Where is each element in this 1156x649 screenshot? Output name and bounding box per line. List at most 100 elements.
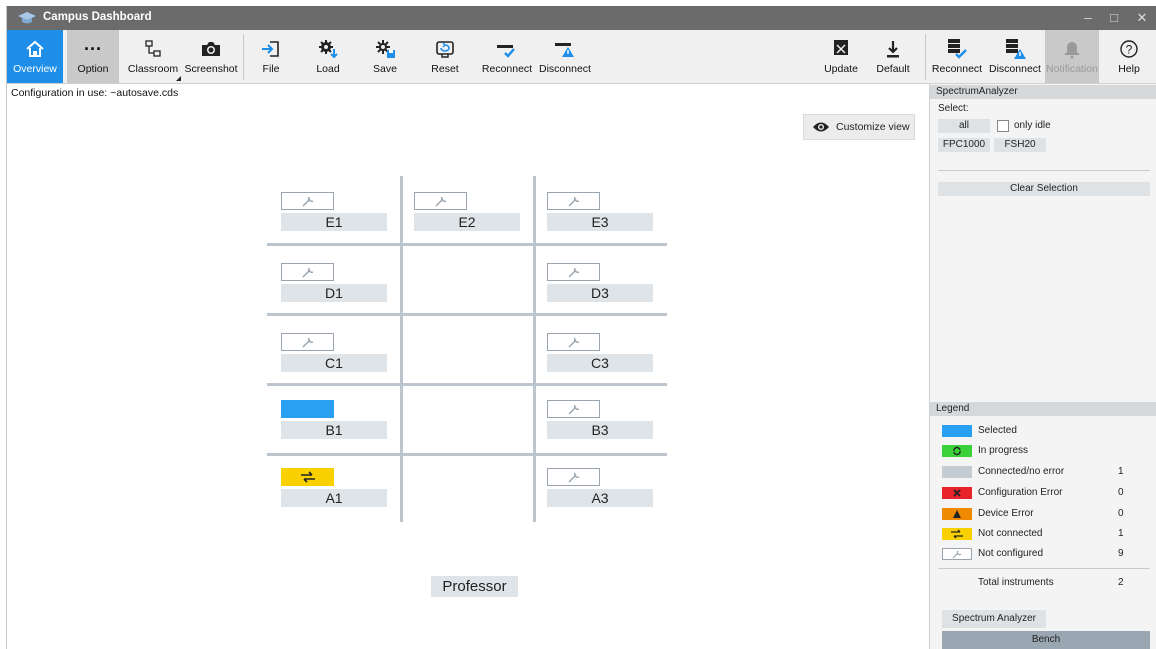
disconnect-button[interactable]: Disconnect: [537, 30, 593, 83]
legend-label: Configuration Error: [978, 487, 1063, 498]
reconnect-button[interactable]: Reconnect: [479, 30, 535, 83]
not-configured-badge: [547, 192, 600, 210]
legend-label: Not connected: [978, 528, 1043, 539]
bell-icon: [1065, 42, 1079, 59]
screenshot-label: Screenshot: [184, 63, 238, 75]
default-label: Default: [876, 63, 910, 75]
disconnect-warning-icon: [555, 43, 574, 57]
network-icon: [145, 40, 161, 57]
seat-c3[interactable]: C3: [547, 333, 653, 379]
update-button[interactable]: Update: [817, 30, 865, 83]
default-button[interactable]: Default: [869, 30, 917, 83]
clear-selection-button[interactable]: Clear Selection: [938, 182, 1150, 196]
update-label: Update: [824, 63, 858, 75]
legend-in-progress: In progress: [942, 443, 1142, 459]
seat-label: D1: [281, 284, 387, 302]
legend-count: 1: [1118, 466, 1124, 477]
legend-count: 0: [1118, 508, 1124, 519]
wrench-icon: [568, 472, 579, 483]
title-bar: Campus Dashboard ‒ □ ✕: [7, 6, 1156, 30]
load-button[interactable]: Load: [303, 30, 353, 83]
selected-swatch: [942, 425, 972, 437]
only-idle-checkbox[interactable]: [997, 120, 1009, 132]
reconnect-all-button[interactable]: Reconnect: [929, 30, 985, 83]
svg-text:?: ?: [1126, 43, 1133, 57]
more-dots-icon: ···: [84, 39, 102, 59]
minimize-button[interactable]: ‒: [1077, 9, 1099, 27]
wrench-icon: [302, 337, 313, 348]
customize-view-button[interactable]: Customize view: [803, 114, 915, 140]
disconnect-all-button[interactable]: Disconnect: [987, 30, 1043, 83]
seat-b1[interactable]: B1: [281, 400, 387, 446]
fpc1000-button[interactable]: FPC1000: [938, 138, 990, 152]
update-icon: [834, 40, 848, 55]
server-reconnect-icon: [948, 39, 967, 59]
seat-d3[interactable]: D3: [547, 263, 653, 309]
select-all-button[interactable]: all: [938, 119, 990, 133]
maximize-button[interactable]: □: [1103, 9, 1125, 27]
home-icon: [26, 40, 44, 57]
save-button[interactable]: Save: [361, 30, 409, 83]
option-button[interactable]: ··· Option: [67, 30, 119, 83]
disconnect-all-label: Disconnect: [989, 63, 1041, 75]
grid-divider: [267, 383, 667, 386]
overview-button[interactable]: Overview: [7, 30, 63, 83]
classroom-label: Classroom: [127, 63, 179, 75]
not-connected-icon: [942, 528, 972, 540]
seat-e1[interactable]: E1: [281, 192, 387, 238]
seat-label: E3: [547, 213, 653, 231]
reconnect-all-label: Reconnect: [931, 63, 983, 75]
seat-label: B1: [281, 421, 387, 439]
close-button[interactable]: ✕: [1131, 9, 1153, 27]
selected-badge: [281, 400, 334, 418]
notification-button[interactable]: Notification: [1045, 30, 1099, 83]
seat-e3[interactable]: E3: [547, 192, 653, 238]
help-button[interactable]: ? Help: [1107, 30, 1151, 83]
load-label: Load: [316, 63, 340, 75]
fsh20-button[interactable]: FSH20: [994, 138, 1046, 152]
seat-d1[interactable]: D1: [281, 263, 387, 309]
tab-bench[interactable]: Bench: [942, 631, 1150, 649]
seat-e2[interactable]: E2: [414, 192, 520, 238]
legend-label: Connected/no error: [978, 466, 1065, 477]
grid-divider: [267, 453, 667, 456]
seat-a3[interactable]: A3: [547, 468, 653, 514]
seat-label: E1: [281, 213, 387, 231]
screenshot-button[interactable]: Screenshot: [183, 30, 239, 83]
divider: [938, 568, 1150, 569]
file-button[interactable]: File: [247, 30, 295, 83]
gear-save-icon: [376, 40, 395, 58]
wrench-icon: [568, 404, 579, 415]
grid-divider: [267, 243, 667, 246]
wrench-icon: [302, 196, 313, 207]
reset-label: Reset: [431, 63, 459, 75]
legend-label: Selected: [978, 425, 1017, 436]
not-configured-badge: [547, 263, 600, 281]
seat-a1[interactable]: A1: [281, 468, 387, 514]
connected-swatch: [942, 466, 972, 478]
disconnect-label: Disconnect: [539, 63, 591, 75]
legend-not-connected: Not connected 1: [942, 526, 1142, 542]
reset-button[interactable]: Reset: [421, 30, 469, 83]
customize-view-label: Customize view: [836, 121, 910, 133]
not-configured-badge: [281, 192, 334, 210]
import-icon: [262, 41, 279, 57]
only-idle-label: only idle: [1014, 120, 1051, 131]
grid-divider: [400, 176, 403, 522]
refresh-icon: [942, 445, 972, 457]
tab-spectrum-analyzer[interactable]: Spectrum Analyzer: [942, 610, 1046, 628]
seat-label: A1: [281, 489, 387, 507]
legend-count: 9: [1118, 548, 1124, 559]
not-configured-badge: [547, 333, 600, 351]
wrench-icon: [435, 196, 446, 207]
legend-count: 1: [1118, 528, 1124, 539]
seat-c1[interactable]: C1: [281, 333, 387, 379]
legend-not-configured: Not configured 9: [942, 546, 1142, 562]
seat-label: D3: [547, 284, 653, 302]
seat-b3[interactable]: B3: [547, 400, 653, 446]
wrench-icon: [568, 267, 579, 278]
server-warning-icon: [1006, 39, 1026, 59]
classroom-button[interactable]: Classroom: [125, 30, 181, 83]
window-title: Campus Dashboard: [43, 11, 152, 23]
professor-seat[interactable]: Professor: [431, 576, 518, 597]
